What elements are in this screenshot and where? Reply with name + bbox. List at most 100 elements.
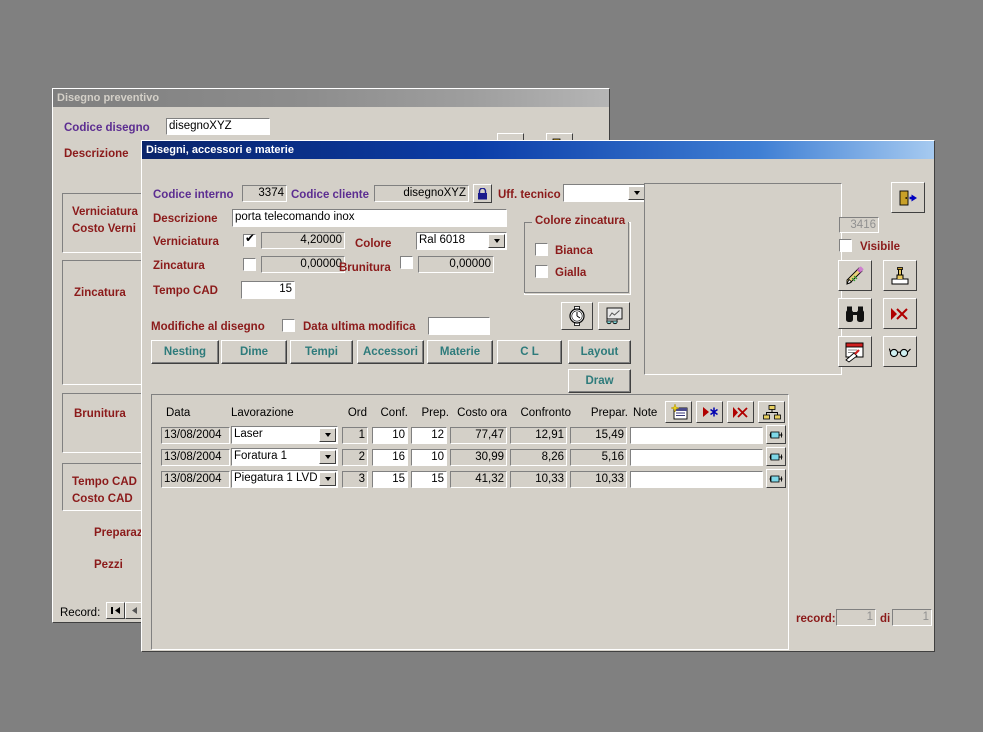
- zincatura-checkbox[interactable]: [243, 258, 256, 271]
- notes-write-icon: [845, 342, 864, 363]
- row0-confronto[interactable]: 12,91: [510, 427, 567, 444]
- tab-cl-button[interactable]: C L: [497, 340, 562, 364]
- chevron-down-icon[interactable]: [319, 472, 336, 486]
- row2-lavorazione-value: Piegatura 1 LVD: [234, 472, 318, 484]
- row2-detail-button[interactable]: [766, 469, 786, 488]
- grid-col-confronto: Confronto: [520, 407, 571, 419]
- grid-run-button[interactable]: [696, 401, 723, 423]
- label-tempo-cad: Tempo CAD: [153, 285, 218, 297]
- row0-note[interactable]: [630, 427, 763, 444]
- tab-materie-button[interactable]: Materie: [427, 340, 493, 364]
- drawing-preview-panel: [644, 183, 842, 375]
- row-detail-icon: [769, 431, 783, 438]
- row2-data[interactable]: 13/08/2004: [161, 471, 230, 488]
- tab-layout-button[interactable]: Layout: [568, 340, 631, 364]
- verniciatura-checkbox[interactable]: [243, 232, 256, 247]
- chevron-down-icon[interactable]: [319, 450, 336, 464]
- grid-delete-button[interactable]: [727, 401, 754, 423]
- row0-prep[interactable]: 12: [411, 427, 447, 444]
- row1-ord[interactable]: 2: [342, 449, 368, 466]
- codice-interno-field[interactable]: 3374: [242, 185, 287, 202]
- chevron-down-icon[interactable]: [488, 234, 505, 248]
- row1-note[interactable]: [630, 449, 763, 466]
- grid-hierarchy-button[interactable]: [758, 401, 785, 423]
- draw-button[interactable]: Draw: [568, 369, 631, 393]
- colore-combo[interactable]: Ral 6018: [416, 232, 507, 250]
- uff-tecnico-combo[interactable]: [563, 184, 647, 202]
- stamp-button[interactable]: [883, 260, 917, 291]
- brunitura-checkbox[interactable]: [400, 256, 413, 269]
- row2-ord[interactable]: 3: [342, 471, 368, 488]
- row1-confronto[interactable]: 8,26: [510, 449, 567, 466]
- row0-conf[interactable]: 10: [372, 427, 408, 444]
- zincatura-value-field[interactable]: 0,00000: [261, 256, 345, 273]
- edit-pencil-button[interactable]: [838, 260, 872, 291]
- verniciatura-value-field[interactable]: 4,20000: [261, 232, 345, 249]
- row0-ord[interactable]: 1: [342, 427, 368, 444]
- label-bianca: Bianca: [555, 245, 593, 257]
- row0-data[interactable]: 13/08/2004: [161, 427, 230, 444]
- row0-detail-button[interactable]: [766, 425, 786, 444]
- footer-record-current[interactable]: 1: [836, 609, 876, 626]
- tab-dime-button[interactable]: Dime: [221, 340, 287, 364]
- row0-lavorazione-combo[interactable]: Laser: [231, 426, 338, 444]
- chart-button[interactable]: [598, 302, 630, 330]
- glasses-button[interactable]: [883, 336, 917, 367]
- footer-record-total[interactable]: 1: [892, 609, 932, 626]
- descrizione-field[interactable]: porta telecomando inox: [232, 209, 507, 227]
- search-binoculars-button[interactable]: [838, 298, 872, 329]
- visibile-checkbox[interactable]: [839, 239, 852, 252]
- id-readonly-field: 3416: [839, 217, 879, 233]
- bg-nav-first-button[interactable]: [106, 602, 125, 619]
- colore-zincatura-gialla-checkbox[interactable]: [535, 265, 548, 278]
- row2-confronto[interactable]: 10,33: [510, 471, 567, 488]
- row2-conf[interactable]: 15: [372, 471, 408, 488]
- row1-lavorazione-combo[interactable]: Foratura 1: [231, 448, 338, 466]
- footer-record-label: record:: [796, 613, 836, 625]
- tempo-cad-field[interactable]: 15: [241, 281, 295, 299]
- row2-prepar[interactable]: 10,33: [570, 471, 627, 488]
- first-record-icon: [111, 607, 120, 614]
- row1-detail-button[interactable]: [766, 447, 786, 466]
- codice-disegno-field[interactable]: disegnoXYZ: [166, 118, 270, 135]
- brunitura-value-field[interactable]: 0,00000: [418, 256, 494, 273]
- delete-record-button[interactable]: [883, 298, 917, 329]
- chevron-down-icon[interactable]: [319, 428, 336, 442]
- grid-new-record-button[interactable]: [665, 401, 692, 423]
- row1-lavorazione-value: Foratura 1: [234, 450, 288, 462]
- label-costo-verniciatura-bg: Costo Verni: [72, 223, 136, 235]
- background-window-titlebar[interactable]: Disegno preventivo: [53, 89, 609, 107]
- tab-nesting-button[interactable]: Nesting: [151, 340, 219, 364]
- row1-data[interactable]: 13/08/2004: [161, 449, 230, 466]
- grid-col-data: Data: [166, 407, 191, 419]
- clock-button[interactable]: [561, 302, 593, 330]
- dialog-exit-button[interactable]: [891, 182, 925, 213]
- glasses-icon: [889, 347, 911, 357]
- row1-costo-ora[interactable]: 30,99: [450, 449, 507, 466]
- row0-prepar[interactable]: 15,49: [570, 427, 627, 444]
- lock-button[interactable]: [473, 184, 492, 203]
- colore-zincatura-bianca-checkbox[interactable]: [535, 243, 548, 256]
- row0-costo-ora[interactable]: 77,47: [450, 427, 507, 444]
- tab-accessori-label: Accessori: [363, 346, 418, 358]
- row1-prep[interactable]: 10: [411, 449, 447, 466]
- row2-note[interactable]: [630, 471, 763, 488]
- tab-accessori-button[interactable]: Accessori: [357, 340, 424, 364]
- operations-grid: Data Lavorazione Ord Conf. Prep. Costo o…: [151, 394, 789, 650]
- row2-lavorazione-combo[interactable]: Piegatura 1 LVD: [231, 470, 338, 488]
- row1-prepar[interactable]: 5,16: [570, 449, 627, 466]
- tab-cl-label: C L: [520, 346, 539, 358]
- chevron-down-icon[interactable]: [628, 186, 645, 200]
- row2-prep[interactable]: 15: [411, 471, 447, 488]
- tab-tempi-button[interactable]: Tempi: [290, 340, 353, 364]
- grid-col-ord: Ord: [347, 407, 367, 419]
- modifiche-checkbox[interactable]: [282, 319, 295, 332]
- dialog-titlebar[interactable]: Disegni, accessori e materie: [142, 141, 934, 159]
- row2-costo-ora[interactable]: 41,32: [450, 471, 507, 488]
- grid-col-conf: Conf.: [380, 407, 409, 419]
- dialog-title: Disegni, accessori e materie: [146, 144, 294, 156]
- row1-conf[interactable]: 16: [372, 449, 408, 466]
- data-ultima-modifica-field[interactable]: [428, 317, 490, 335]
- notes-button[interactable]: [838, 336, 872, 367]
- codice-cliente-field[interactable]: disegnoXYZ: [374, 185, 469, 202]
